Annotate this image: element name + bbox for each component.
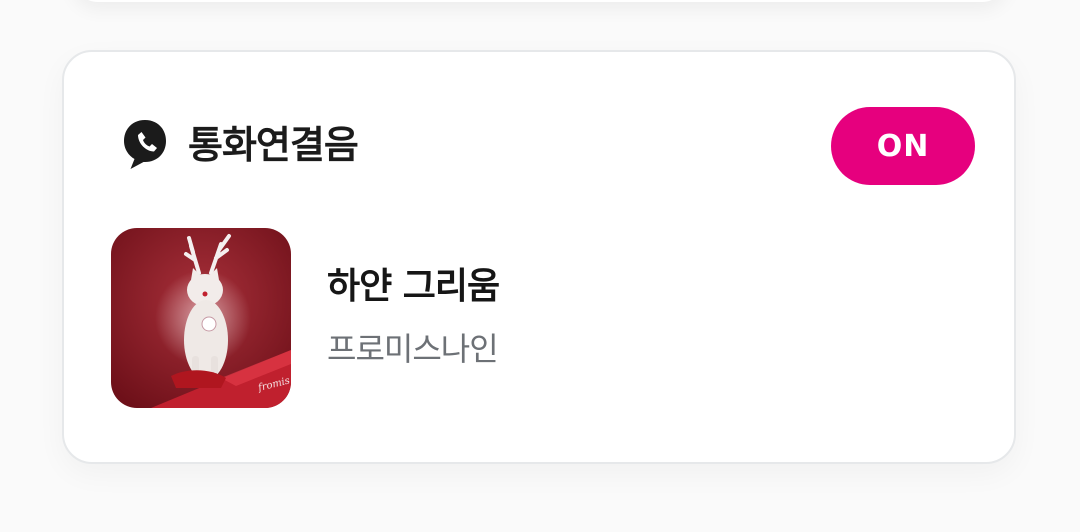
ringback-toggle-button[interactable]: ON bbox=[831, 107, 975, 185]
album-art[interactable]: fromis_9 bbox=[111, 228, 291, 408]
song-artist: 프로미스나인 bbox=[327, 330, 499, 368]
phone-bubble-icon bbox=[122, 118, 168, 172]
song-title: 하얀 그리움 bbox=[327, 266, 500, 307]
section-title: 통화연결음 bbox=[188, 123, 359, 167]
previous-card bbox=[72, 0, 1008, 2]
